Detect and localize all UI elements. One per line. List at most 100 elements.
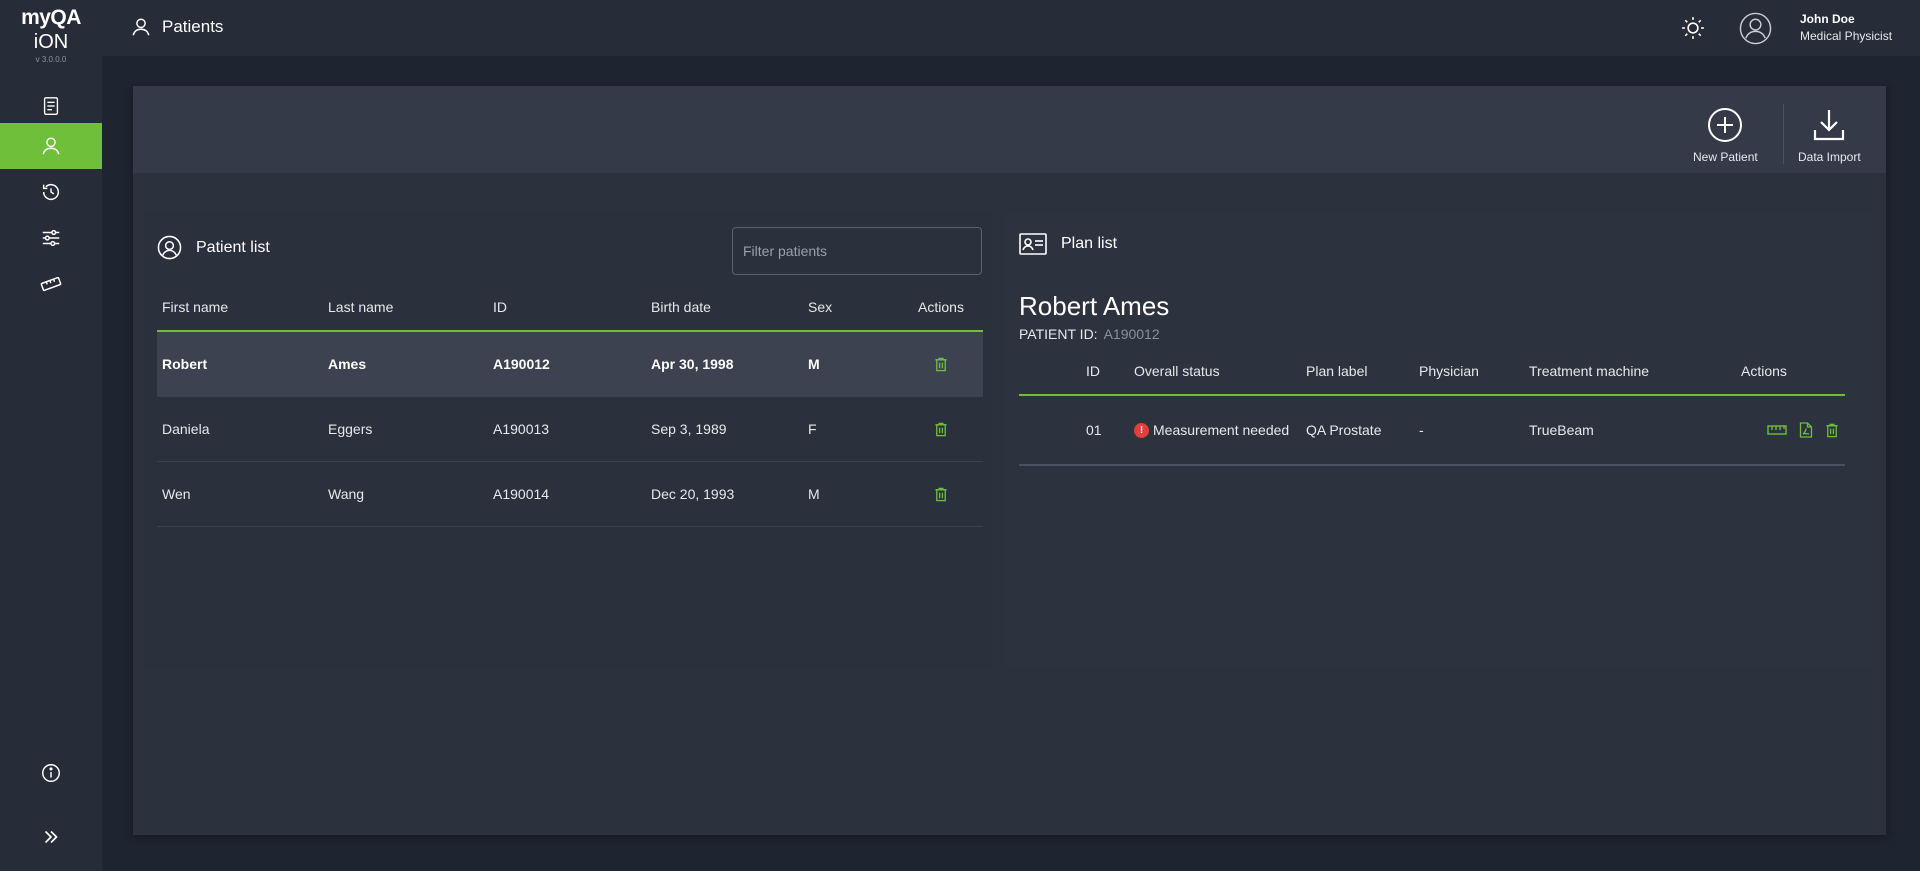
new-patient-button[interactable]: New Patient	[1693, 106, 1758, 164]
column-header[interactable]: ID	[1081, 348, 1129, 395]
sex-cell: F	[803, 396, 899, 462]
toolbar-divider	[1783, 104, 1784, 164]
column-header[interactable]: Birth date	[646, 284, 803, 331]
plan-table-header: ID Overall status Plan label Physician T…	[1019, 348, 1845, 395]
column-header[interactable]: First name	[157, 284, 323, 331]
user-icon	[42, 137, 60, 155]
id-cell: A190013	[488, 396, 646, 462]
sun-icon[interactable]	[1680, 15, 1706, 41]
data-import-label: Data Import	[1798, 150, 1861, 164]
user-role: Medical Physicist	[1800, 29, 1893, 43]
sex-cell: M	[803, 331, 899, 397]
user-circle-icon	[157, 235, 182, 260]
user-info: John Doe Medical Physicist	[1800, 11, 1892, 45]
avatar[interactable]	[1739, 12, 1772, 45]
last-name-cell: Wang	[323, 461, 488, 527]
last-name-cell: Eggers	[323, 396, 488, 462]
column-header: Actions	[918, 299, 964, 315]
patient-table: First name Last name ID Birth date Sex A…	[157, 284, 983, 527]
app-logo: myQA iON v 3.0.0.0	[0, 6, 102, 66]
toolbar: New Patient Data Import	[133, 86, 1886, 173]
row-spacer	[1019, 395, 1081, 466]
column-header[interactable]: Sex	[803, 284, 899, 331]
info-button[interactable]	[0, 750, 102, 796]
measure-ruler-icon[interactable]	[1767, 424, 1787, 436]
chevron-double-right-icon	[44, 830, 58, 844]
expand-sidebar-button[interactable]	[0, 814, 102, 860]
delete-patient-button[interactable]	[934, 422, 948, 437]
table-row[interactable]: 01 ! Measurement needed QA Prostate - Tru…	[1019, 395, 1845, 466]
delete-plan-button[interactable]	[1825, 423, 1839, 438]
patient-list-header: Patient list	[157, 235, 270, 260]
patient-id-label: PATIENT ID:	[1019, 326, 1098, 342]
sidebar: myQA iON v 3.0.0.0	[0, 0, 102, 871]
user-name: John Doe	[1800, 12, 1855, 26]
filter-patients-input[interactable]	[732, 227, 982, 275]
patient-id-value: A190012	[1103, 326, 1160, 342]
sidebar-item-measure[interactable]	[0, 261, 102, 307]
data-import-button[interactable]: Data Import	[1798, 106, 1861, 164]
first-name-cell: Daniela	[157, 396, 323, 462]
plus-circle-icon	[1708, 108, 1743, 142]
sidebar-item-patients[interactable]	[0, 123, 102, 169]
sliders-icon	[42, 229, 60, 247]
id-cell: A190012	[488, 331, 646, 397]
column-header[interactable]: Last name	[323, 284, 488, 331]
machine-cell: TrueBeam	[1524, 395, 1736, 466]
patient-list-panel: Patient list First name Last name ID Bir…	[143, 211, 993, 666]
actions-cell	[1736, 395, 1845, 466]
selected-patient-name: Robert Ames	[1019, 291, 1170, 321]
last-name-cell: Ames	[323, 331, 488, 397]
plan-list-header: Plan list	[1019, 233, 1117, 255]
id-card-icon	[1019, 233, 1047, 255]
patient-list-title: Patient list	[196, 238, 270, 256]
table-row[interactable]: Robert Ames A190012 Apr 30, 1998 M	[157, 331, 983, 397]
checklist-icon	[43, 97, 59, 115]
delete-patient-button[interactable]	[934, 487, 948, 502]
main-card: New Patient Data Import Patient list Fir…	[133, 86, 1886, 835]
column-header[interactable]: Treatment machine	[1524, 348, 1736, 395]
app-version: v 3.0.0.0	[35, 55, 67, 64]
new-patient-label: New Patient	[1693, 150, 1758, 164]
table-row[interactable]: Daniela Eggers A190013 Sep 3, 1989 F	[157, 396, 983, 462]
logo-line1: myQA	[21, 6, 81, 29]
user-icon	[132, 18, 150, 36]
id-cell: A190014	[488, 461, 646, 527]
first-name-cell: Robert	[157, 331, 323, 397]
column-header[interactable]: Physician	[1414, 348, 1524, 395]
physician-cell: -	[1414, 395, 1524, 466]
logo-line2: iON	[33, 31, 69, 53]
pdf-report-icon[interactable]	[1799, 422, 1813, 438]
info-icon	[42, 764, 60, 782]
status-text: Measurement needed	[1153, 421, 1290, 438]
first-name-cell: Wen	[157, 461, 323, 527]
column-header[interactable]: Overall status	[1129, 348, 1301, 395]
birth-date-cell: Sep 3, 1989	[646, 396, 803, 462]
page-title: Patients	[130, 16, 223, 38]
column-header: Actions	[1741, 363, 1787, 379]
status-cell: ! Measurement needed	[1129, 395, 1301, 466]
selected-patient-id: PATIENT ID: A190012	[1019, 326, 1160, 342]
plan-label-cell: QA Prostate	[1301, 395, 1414, 466]
page-title-text: Patients	[162, 17, 224, 36]
column-spacer	[1019, 348, 1081, 395]
ruler-icon	[40, 276, 62, 292]
plan-id-cell: 01	[1081, 395, 1129, 466]
plan-list-panel: Plan list Robert Ames PATIENT ID: A190012…	[1003, 211, 1873, 666]
plan-list-title: Plan list	[1061, 235, 1118, 252]
actions-cell	[899, 331, 983, 397]
patient-table-header: First name Last name ID Birth date Sex A…	[157, 284, 983, 331]
column-header[interactable]: ID	[488, 284, 646, 331]
sidebar-item-history[interactable]	[0, 169, 102, 215]
history-icon	[42, 184, 60, 201]
plan-table: ID Overall status Plan label Physician T…	[1019, 348, 1845, 466]
actions-cell	[899, 396, 983, 462]
top-header: Patients John Doe Medical Physicist	[102, 0, 1920, 56]
birth-date-cell: Dec 20, 1993	[646, 461, 803, 527]
sex-cell: M	[803, 461, 899, 527]
table-row[interactable]: Wen Wang A190014 Dec 20, 1993 M	[157, 461, 983, 527]
birth-date-cell: Apr 30, 1998	[646, 331, 803, 397]
delete-patient-button[interactable]	[934, 357, 948, 372]
column-header[interactable]: Plan label	[1301, 348, 1414, 395]
sidebar-item-settings[interactable]	[0, 215, 102, 261]
